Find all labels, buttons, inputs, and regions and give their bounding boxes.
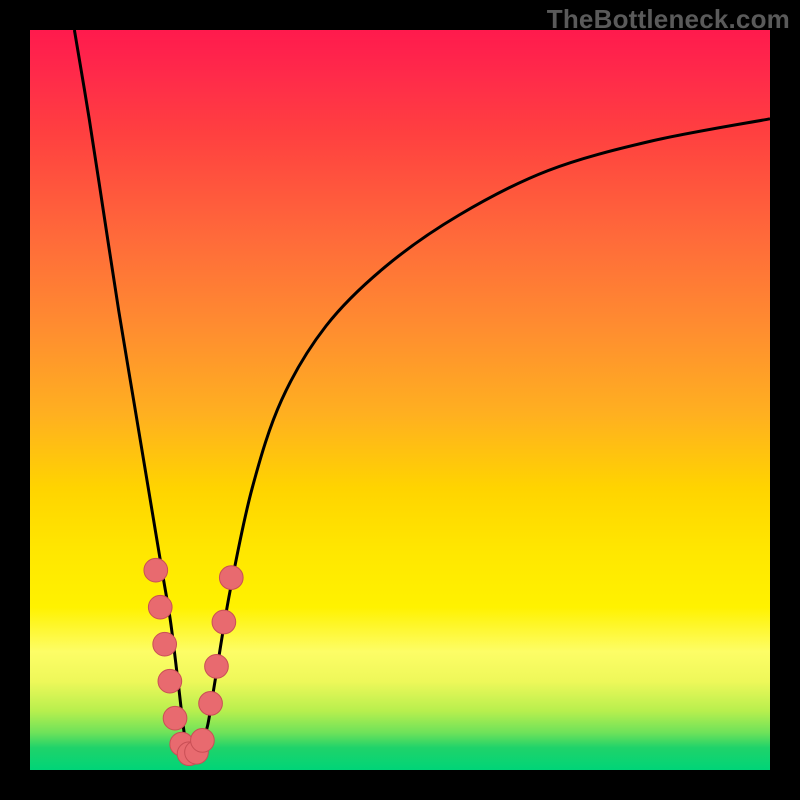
lobe-markers (144, 558, 243, 765)
curve-marker (163, 706, 187, 730)
curve-marker (144, 558, 168, 582)
plot-area (30, 30, 770, 770)
v-curve (74, 30, 770, 755)
curve-marker (212, 610, 236, 634)
chart-frame: TheBottleneck.com (0, 0, 800, 800)
curve-layer (30, 30, 770, 770)
curve-marker (153, 632, 177, 656)
curve-marker (148, 595, 172, 619)
curve-marker (219, 566, 243, 590)
curve-marker (158, 669, 182, 693)
watermark-text: TheBottleneck.com (547, 4, 790, 35)
curve-marker (199, 692, 223, 716)
curve-marker (191, 729, 215, 753)
curve-marker (205, 655, 229, 679)
